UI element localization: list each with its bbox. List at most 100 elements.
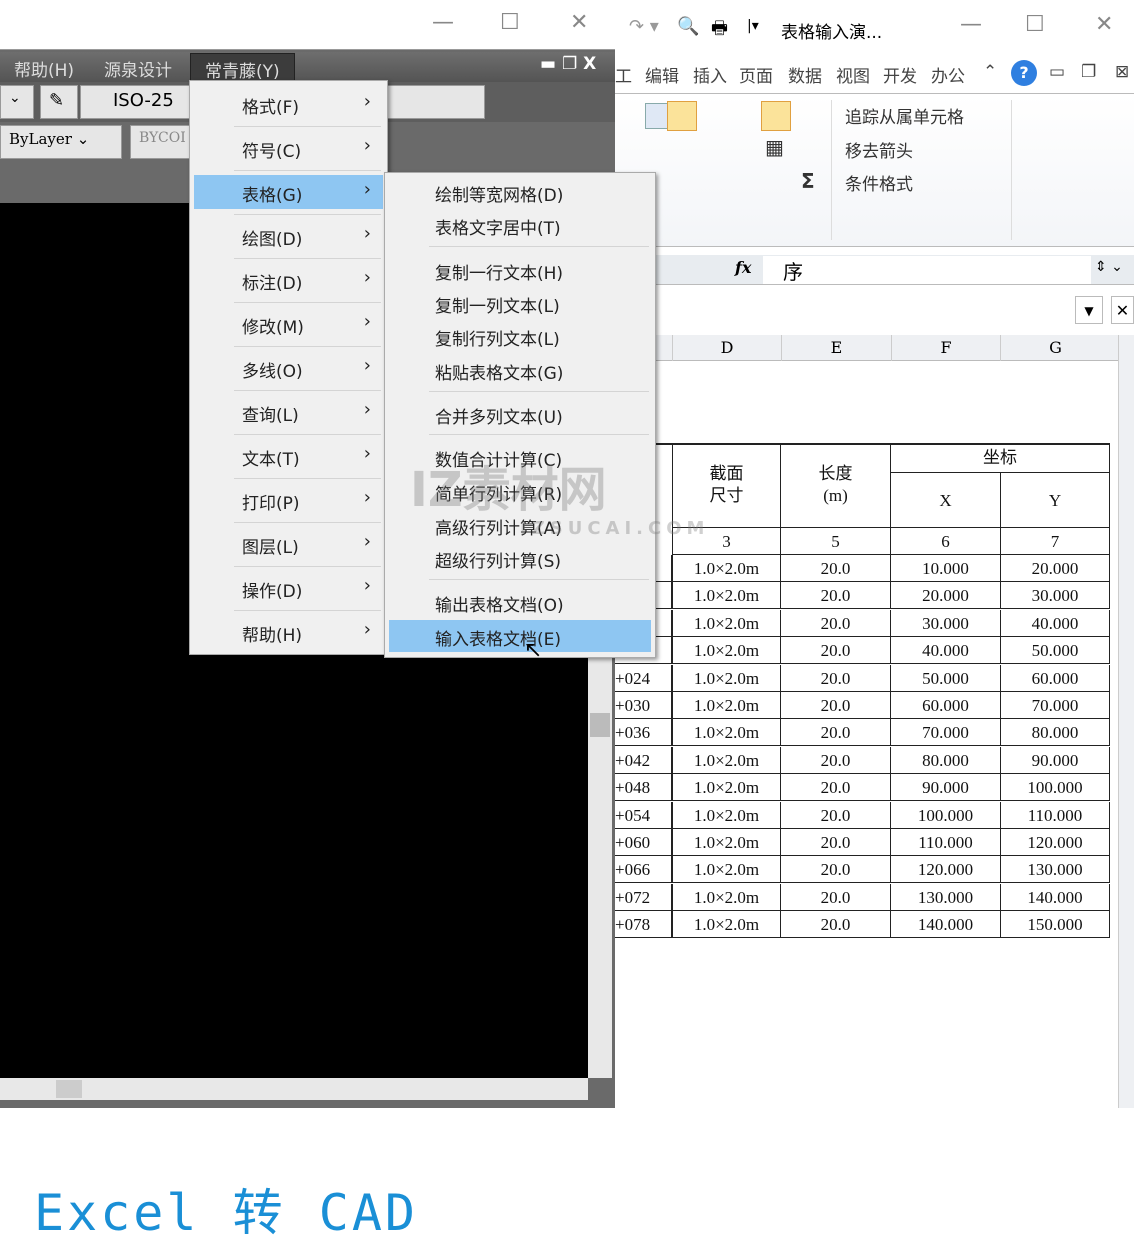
help-icon[interactable]: ? bbox=[1011, 60, 1037, 86]
submenu-item[interactable]: 复制行列文本(L) bbox=[389, 320, 651, 352]
table-cell[interactable]: 70.000 bbox=[891, 719, 1001, 747]
table-cell[interactable]: 150.000 bbox=[1001, 911, 1110, 939]
submenu-item[interactable]: 输入表格文档(E) bbox=[389, 620, 651, 652]
minimize-icon[interactable]: ▭ bbox=[1049, 62, 1065, 82]
table-cell[interactable]: 20.0 bbox=[781, 746, 891, 774]
submenu-item[interactable]: 超级行列计算(S) bbox=[389, 542, 651, 574]
customize-icon[interactable]: |▾ bbox=[747, 18, 759, 34]
sum-button[interactable]: Σ bbox=[801, 169, 815, 193]
table-cell[interactable]: 90.000 bbox=[1001, 746, 1110, 774]
table-cell[interactable]: 20.0 bbox=[781, 609, 891, 637]
table-cell[interactable]: 20.0 bbox=[781, 801, 891, 829]
submenu-item[interactable]: 高级行列计算(A) bbox=[389, 509, 651, 541]
menu-item[interactable]: 操作(D) › bbox=[194, 571, 383, 605]
menu-item[interactable]: 修改(M) › bbox=[194, 307, 383, 341]
submenu-item[interactable]: 绘制等宽网格(D) bbox=[389, 176, 651, 208]
menu-item[interactable]: 符号(C) › bbox=[194, 131, 383, 165]
table-cell[interactable]: 20.0 bbox=[781, 664, 891, 692]
trace-dependents-button[interactable]: 追踪从属单元格 bbox=[845, 103, 964, 128]
menu-item[interactable]: 文本(T) › bbox=[194, 439, 383, 473]
tab-edit[interactable]: 编辑 bbox=[645, 62, 679, 87]
table-cell[interactable]: 1.0×2.0m bbox=[672, 829, 781, 856]
tab-data[interactable]: 数据 bbox=[788, 62, 822, 87]
submenu-item[interactable]: 数值合计计算(C) bbox=[389, 441, 651, 473]
merge-icon[interactable] bbox=[667, 101, 697, 131]
table-cell[interactable]: 40.000 bbox=[891, 637, 1001, 665]
table-cell[interactable]: +036 bbox=[615, 719, 672, 747]
menu-item[interactable]: 打印(P) › bbox=[194, 483, 383, 517]
table-cell[interactable]: 1.0×2.0m bbox=[672, 664, 781, 692]
chevron-down-icon[interactable]: ⌄ bbox=[0, 85, 34, 119]
table-cell[interactable]: 20.0 bbox=[781, 692, 891, 719]
table-cell[interactable]: 110.000 bbox=[891, 829, 1001, 856]
minimize-icon[interactable]: — bbox=[960, 12, 982, 37]
table-cell[interactable]: 20.000 bbox=[891, 582, 1001, 610]
table-cell[interactable]: 20.000 bbox=[1001, 555, 1110, 582]
table-cell[interactable]: 100.000 bbox=[891, 801, 1001, 829]
table-cell[interactable]: +048 bbox=[615, 774, 672, 802]
close-icon[interactable]: ✕ bbox=[1111, 296, 1134, 324]
table-cell[interactable]: 80.000 bbox=[891, 746, 1001, 774]
menu-item[interactable]: 查询(L) › bbox=[194, 395, 383, 429]
table-cell[interactable]: 100.000 bbox=[1001, 774, 1110, 802]
menu-item[interactable]: 帮助(H) › bbox=[194, 615, 383, 649]
submenu-item[interactable]: 粘贴表格文本(G) bbox=[389, 354, 651, 386]
table-cell[interactable]: 1.0×2.0m bbox=[672, 801, 781, 829]
table-cell[interactable]: 1.0×2.0m bbox=[672, 692, 781, 719]
table-cell[interactable]: 50.000 bbox=[1001, 637, 1110, 665]
table-cell[interactable]: 20.0 bbox=[781, 911, 891, 939]
table-cell[interactable]: 120.000 bbox=[1001, 829, 1110, 856]
dropdown-icon[interactable]: ▼ bbox=[1075, 296, 1103, 324]
table-cell[interactable]: 140.000 bbox=[891, 911, 1001, 939]
table-cell[interactable]: 20.0 bbox=[781, 883, 891, 911]
table-cell[interactable]: +054 bbox=[615, 801, 672, 829]
table-cell[interactable]: 1.0×2.0m bbox=[672, 609, 781, 637]
submenu-item[interactable]: 复制一行文本(H) bbox=[389, 254, 651, 286]
submenu-item[interactable]: 合并多列文本(U) bbox=[389, 398, 651, 430]
column-header-f[interactable]: F bbox=[891, 335, 1000, 361]
formula-input[interactable]: 序 bbox=[763, 256, 1091, 284]
checker-icon[interactable]: ▦ bbox=[765, 135, 784, 159]
tab-developer[interactable]: 开发 bbox=[883, 62, 917, 87]
table-cell[interactable]: +072 bbox=[615, 883, 672, 911]
fx-icon[interactable]: fx bbox=[735, 258, 751, 277]
table-cell[interactable]: +030 bbox=[615, 692, 672, 719]
table-cell[interactable]: 20.0 bbox=[781, 856, 891, 884]
table-cell[interactable]: 80.000 bbox=[1001, 719, 1110, 747]
table-icon[interactable] bbox=[761, 101, 791, 131]
index-cell[interactable]: 5 bbox=[781, 528, 891, 555]
table-cell[interactable]: 120.000 bbox=[891, 856, 1001, 884]
restore-icon[interactable]: ❐ bbox=[1081, 62, 1096, 82]
menu-help[interactable]: 帮助(H) bbox=[14, 56, 74, 81]
index-cell[interactable]: 3 bbox=[672, 528, 781, 555]
table-cell[interactable]: +066 bbox=[615, 856, 672, 884]
table-cell[interactable]: 90.000 bbox=[891, 774, 1001, 802]
table-cell[interactable]: 30.000 bbox=[891, 609, 1001, 637]
print-preview-icon[interactable]: 🔍 bbox=[677, 16, 699, 37]
redo-icon[interactable]: ↷ ▾ bbox=[629, 16, 659, 37]
horizontal-scrollbar[interactable] bbox=[0, 1078, 588, 1100]
column-header-g[interactable]: G bbox=[1000, 335, 1110, 361]
table-cell[interactable]: 60.000 bbox=[891, 692, 1001, 719]
table-cell[interactable]: 130.000 bbox=[891, 883, 1001, 911]
table-cell[interactable]: 1.0×2.0m bbox=[672, 719, 781, 747]
table-cell[interactable]: 1.0×2.0m bbox=[672, 774, 781, 802]
menu-item[interactable]: 表格(G) › bbox=[194, 175, 383, 209]
tab-insert[interactable]: 插入 bbox=[693, 62, 727, 87]
dimstyle-icon[interactable]: ✎ bbox=[40, 85, 78, 119]
table-cell[interactable]: 60.000 bbox=[1001, 664, 1110, 692]
table-cell[interactable]: 140.000 bbox=[1001, 883, 1110, 911]
submenu-item[interactable]: 复制一列文本(L) bbox=[389, 287, 651, 319]
table-cell[interactable]: 1.0×2.0m bbox=[672, 746, 781, 774]
table-cell[interactable]: 20.0 bbox=[781, 774, 891, 802]
menu-item[interactable]: 图层(L) › bbox=[194, 527, 383, 561]
table-cell[interactable]: +060 bbox=[615, 829, 672, 856]
table-cell[interactable]: 50.000 bbox=[891, 664, 1001, 692]
table-cell[interactable]: 1.0×2.0m bbox=[672, 582, 781, 610]
table-cell[interactable]: 130.000 bbox=[1001, 856, 1110, 884]
table-cell[interactable]: +024 bbox=[615, 664, 672, 692]
table-cell[interactable]: 1.0×2.0m bbox=[672, 637, 781, 665]
remove-arrows-button[interactable]: 移去箭头 bbox=[845, 137, 913, 162]
close-icon[interactable]: ⊠ bbox=[1115, 62, 1129, 82]
index-cell[interactable]: 6 bbox=[891, 528, 1001, 555]
